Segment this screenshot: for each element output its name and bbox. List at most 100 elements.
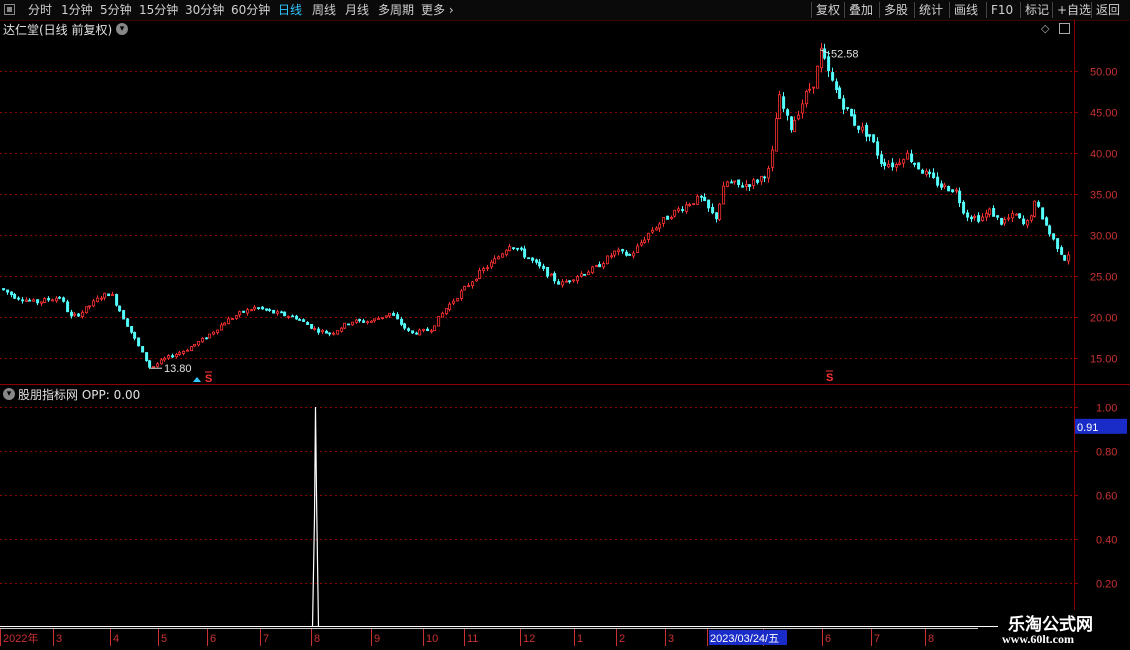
candle-body xyxy=(302,319,306,322)
chevron-down-icon[interactable]: ▾ xyxy=(116,23,128,35)
candle-body xyxy=(677,208,681,212)
candle-body xyxy=(291,315,295,318)
candle-body xyxy=(358,319,362,322)
candle-body xyxy=(752,179,756,186)
candle-body xyxy=(775,118,779,152)
candle-body xyxy=(325,330,329,334)
candle-body xyxy=(688,204,692,206)
indicator-title: 股朋指标网 OPP: 0.00 xyxy=(18,388,141,402)
candle-body xyxy=(148,360,152,368)
candle-body xyxy=(512,247,516,250)
candle-body xyxy=(415,332,419,335)
candle-body xyxy=(235,315,239,319)
candle-body xyxy=(403,323,407,329)
candle-body xyxy=(523,248,527,258)
high-price-label: 52.58 xyxy=(831,49,859,61)
candle-body xyxy=(598,264,602,268)
candle-body xyxy=(501,253,505,258)
candle-body xyxy=(891,162,895,168)
candle-body xyxy=(25,299,29,302)
candle-body xyxy=(268,309,272,311)
candle-body xyxy=(310,323,314,329)
indicator-tick-label: 0.60 xyxy=(1096,491,1117,503)
candle-body xyxy=(902,159,906,164)
candle-body xyxy=(876,141,880,156)
candle-body xyxy=(332,332,336,335)
candle-body xyxy=(448,303,452,310)
candle-body xyxy=(853,114,857,126)
indicator-tick-label: 0.40 xyxy=(1096,535,1117,547)
candle-body xyxy=(658,223,662,229)
candle-body xyxy=(621,249,625,252)
candle-body xyxy=(842,98,846,110)
candle-body xyxy=(831,72,835,81)
candle-body xyxy=(591,266,595,274)
stock-title: 达仁堂(日线 前复权) xyxy=(3,23,113,37)
low-price-label: 13.80 xyxy=(164,363,192,375)
candle-body xyxy=(92,300,96,307)
candle-body xyxy=(62,297,66,302)
candle-body xyxy=(778,94,782,120)
candle-body xyxy=(722,185,726,205)
time-tick-label: 4 xyxy=(113,633,119,645)
candle-body xyxy=(456,298,460,302)
candle-body xyxy=(1003,219,1007,224)
candle-body xyxy=(996,215,1000,218)
window-toggle-icon[interactable] xyxy=(1059,23,1070,34)
candle-body xyxy=(958,190,962,204)
indicator-plot xyxy=(0,406,1074,628)
candle-body xyxy=(850,108,854,117)
time-tick-label: 8 xyxy=(314,633,320,645)
candle-body xyxy=(1007,217,1011,220)
candle-body xyxy=(812,86,816,89)
candle-body xyxy=(287,316,291,318)
candle-body xyxy=(880,154,884,164)
candle-body xyxy=(887,163,891,168)
time-tick-label: 3 xyxy=(668,633,674,645)
candle-body xyxy=(801,103,805,114)
candle-body xyxy=(478,269,482,279)
candle-body xyxy=(130,326,134,333)
indicator-menu-icon[interactable]: ▾ xyxy=(3,388,15,400)
candle-body xyxy=(475,278,479,282)
candle-body xyxy=(167,355,171,359)
time-tick-label: 5 xyxy=(161,633,167,645)
candle-body xyxy=(992,207,996,217)
candle-body xyxy=(43,298,47,303)
time-tick-label: 6 xyxy=(210,633,216,645)
candle-body xyxy=(670,217,674,219)
candle-body xyxy=(96,297,100,302)
time-tick-label: 6 xyxy=(825,633,831,645)
kline-chart[interactable]: 50.00 45.00 40.00 35.00 30.00 25.00 20.00 15.00… xyxy=(0,0,1130,650)
candle-body xyxy=(460,290,464,299)
candle-body xyxy=(988,208,992,215)
price-tick-label: 50.00 xyxy=(1090,67,1118,79)
time-tick-label: 2022年 xyxy=(3,631,38,645)
candle-body xyxy=(647,232,651,240)
candle-body xyxy=(122,310,126,320)
candle-body xyxy=(872,134,876,143)
candle-body xyxy=(625,251,629,256)
candle-body xyxy=(205,337,209,340)
candle-body xyxy=(182,350,186,354)
candle-body xyxy=(362,320,366,323)
price-tick-label: 20.00 xyxy=(1090,313,1118,325)
candle-body xyxy=(227,318,231,325)
candle-body xyxy=(58,296,62,299)
time-tick-label: 1 xyxy=(577,633,583,645)
candle-body xyxy=(1060,247,1064,255)
candle-body xyxy=(388,312,392,317)
candle-body xyxy=(572,279,576,282)
candle-body xyxy=(636,245,640,253)
candle-body xyxy=(486,267,490,270)
candle-body xyxy=(981,216,985,221)
candle-body xyxy=(898,162,902,165)
candle-body xyxy=(587,271,591,276)
date-cursor-label: 2023/03/24/五 xyxy=(710,633,779,645)
diamond-icon[interactable]: ◇ xyxy=(1041,22,1049,35)
candle-body xyxy=(643,239,647,243)
candle-body xyxy=(126,318,130,327)
candle-body xyxy=(696,195,700,205)
time-tick-label: 11 xyxy=(467,633,478,645)
candle-body xyxy=(760,176,764,182)
